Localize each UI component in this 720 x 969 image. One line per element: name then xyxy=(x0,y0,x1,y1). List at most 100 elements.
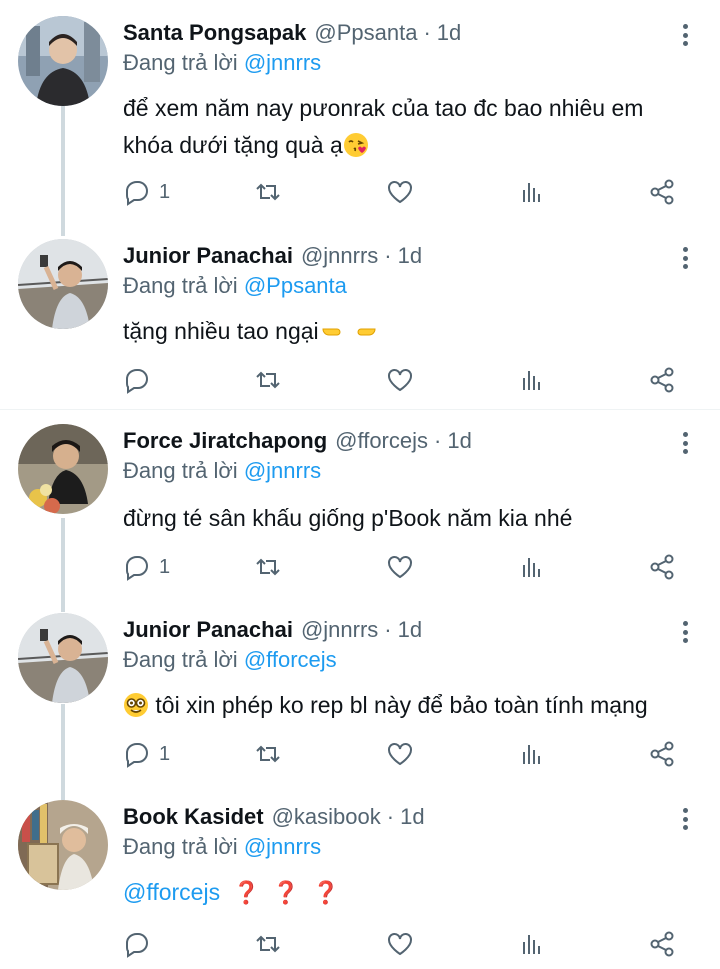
reply-count: 1 xyxy=(159,555,171,578)
tweet-header: Force Jiratchapong @fforcejs · 1d xyxy=(123,424,472,458)
views-icon xyxy=(523,935,540,954)
reply-button[interactable]: 1 xyxy=(123,551,170,583)
views-button[interactable] xyxy=(518,551,546,583)
timestamp[interactable]: 1d xyxy=(400,804,424,830)
tweet-header: Junior Panachai @jnnrrs · 1d xyxy=(123,239,422,273)
retweet-icon xyxy=(256,183,280,201)
tweet-actions xyxy=(123,364,683,396)
reply-icon xyxy=(126,556,149,581)
reply-button[interactable] xyxy=(123,928,159,960)
tweet[interactable]: Junior Panachai @jnnrrs · 1d Đang trả lờ… xyxy=(0,613,720,783)
question-mark: ❓ xyxy=(272,880,300,905)
share-button[interactable] xyxy=(648,928,676,960)
reply-icon xyxy=(126,369,149,394)
tweet-actions xyxy=(123,928,683,960)
replying-to-label: Đang trả lời xyxy=(123,647,238,672)
face-blowing-kiss-icon xyxy=(343,133,368,157)
share-icon xyxy=(650,931,674,957)
like-button[interactable] xyxy=(386,928,414,960)
replying-to-mention[interactable]: @jnnrrs xyxy=(244,458,321,483)
user-handle[interactable]: @jnnrrs xyxy=(301,617,378,643)
more-icon[interactable] xyxy=(676,619,694,645)
views-button[interactable] xyxy=(518,928,546,960)
display-name[interactable]: Junior Panachai xyxy=(123,243,293,269)
reply-button[interactable] xyxy=(123,364,159,396)
reply-button[interactable]: 1 xyxy=(123,738,170,770)
timestamp[interactable]: 1d xyxy=(398,243,422,269)
share-icon xyxy=(650,179,674,205)
like-icon xyxy=(388,181,412,204)
more-icon[interactable] xyxy=(676,806,694,832)
like-button[interactable] xyxy=(386,551,414,583)
share-icon xyxy=(650,367,674,393)
replying-to-mention[interactable]: @jnnrrs xyxy=(244,50,321,75)
user-handle[interactable]: @fforcejs xyxy=(335,428,428,454)
tweet[interactable]: Junior Panachai @jnnrrs · 1d Đang trả lờ… xyxy=(0,239,720,409)
reply-icon xyxy=(126,181,149,206)
retweet-button[interactable] xyxy=(254,928,282,960)
replying-to-label: Đang trả lời xyxy=(123,834,238,859)
timestamp[interactable]: 1d xyxy=(398,617,422,643)
more-icon[interactable] xyxy=(676,22,694,48)
retweet-icon xyxy=(256,745,280,763)
tweet-actions: 1 xyxy=(123,738,683,770)
avatar-image xyxy=(18,424,108,514)
tweet-actions: 1 xyxy=(123,176,683,208)
like-button[interactable] xyxy=(386,738,414,770)
tweet-text-line: để xem năm nay pưonrak của tao đc bao nh… xyxy=(123,95,644,121)
views-icon xyxy=(523,745,540,764)
avatar[interactable] xyxy=(18,16,108,106)
avatar[interactable] xyxy=(18,424,108,514)
replying-to-mention[interactable]: @Ppsanta xyxy=(244,273,347,298)
reply-icon xyxy=(126,743,149,768)
tweet-header: Book Kasidet @kasibook · 1d xyxy=(123,800,425,834)
user-handle[interactable]: @jnnrrs xyxy=(301,243,378,269)
like-button[interactable] xyxy=(386,176,414,208)
like-icon xyxy=(388,743,412,766)
reply-count: 1 xyxy=(159,180,171,203)
share-button[interactable] xyxy=(648,364,676,396)
avatar[interactable] xyxy=(18,800,108,890)
replying-to: Đang trả lời @jnnrrs xyxy=(123,834,321,860)
display-name[interactable]: Force Jiratchapong xyxy=(123,428,327,454)
avatar-image xyxy=(18,239,108,329)
share-button[interactable] xyxy=(648,738,676,770)
avatar[interactable] xyxy=(18,239,108,329)
views-button[interactable] xyxy=(518,738,546,770)
user-handle[interactable]: @kasibook xyxy=(272,804,381,830)
share-button[interactable] xyxy=(648,551,676,583)
more-icon[interactable] xyxy=(676,245,694,271)
retweet-button[interactable] xyxy=(254,738,282,770)
more-icon[interactable] xyxy=(676,430,694,456)
retweet-button[interactable] xyxy=(254,551,282,583)
display-name[interactable]: Santa Pongsapak xyxy=(123,20,306,46)
timestamp[interactable]: 1d xyxy=(447,428,471,454)
user-handle[interactable]: @Ppsanta xyxy=(314,20,417,46)
tweet[interactable]: Santa Pongsapak @Ppsanta · 1d Đang trả l… xyxy=(0,16,720,226)
tweet-text: tôi xin phép ko rep bl này để bảo toàn t… xyxy=(123,687,703,724)
tweet-mention[interactable]: @fforcejs xyxy=(123,879,220,905)
views-button[interactable] xyxy=(518,364,546,396)
pointing-right-icon xyxy=(322,328,341,336)
question-mark: ❓ xyxy=(232,880,260,905)
question-mark: ❓ xyxy=(312,880,340,905)
pointing-left-icon xyxy=(357,328,376,336)
avatar[interactable] xyxy=(18,613,108,703)
timestamp[interactable]: 1d xyxy=(437,20,461,46)
views-button[interactable] xyxy=(518,176,546,208)
replying-to-mention[interactable]: @fforcejs xyxy=(244,647,337,672)
share-button[interactable] xyxy=(648,176,676,208)
views-icon xyxy=(523,558,540,577)
tweet[interactable]: Force Jiratchapong @fforcejs · 1d Đang t… xyxy=(0,424,720,594)
retweet-button[interactable] xyxy=(254,176,282,208)
like-button[interactable] xyxy=(386,364,414,396)
tweet-text-line: tôi xin phép ko rep bl này để bảo toàn t… xyxy=(155,692,648,718)
views-icon xyxy=(523,371,540,390)
reply-button[interactable]: 1 xyxy=(123,176,170,208)
replying-to-mention[interactable]: @jnnrrs xyxy=(244,834,321,859)
tweet[interactable]: Book Kasidet @kasibook · 1d Đang trả lời… xyxy=(0,800,720,969)
display-name[interactable]: Junior Panachai xyxy=(123,617,293,643)
display-name[interactable]: Book Kasidet xyxy=(123,804,264,830)
retweet-button[interactable] xyxy=(254,364,282,396)
reply-count: 1 xyxy=(159,742,171,765)
